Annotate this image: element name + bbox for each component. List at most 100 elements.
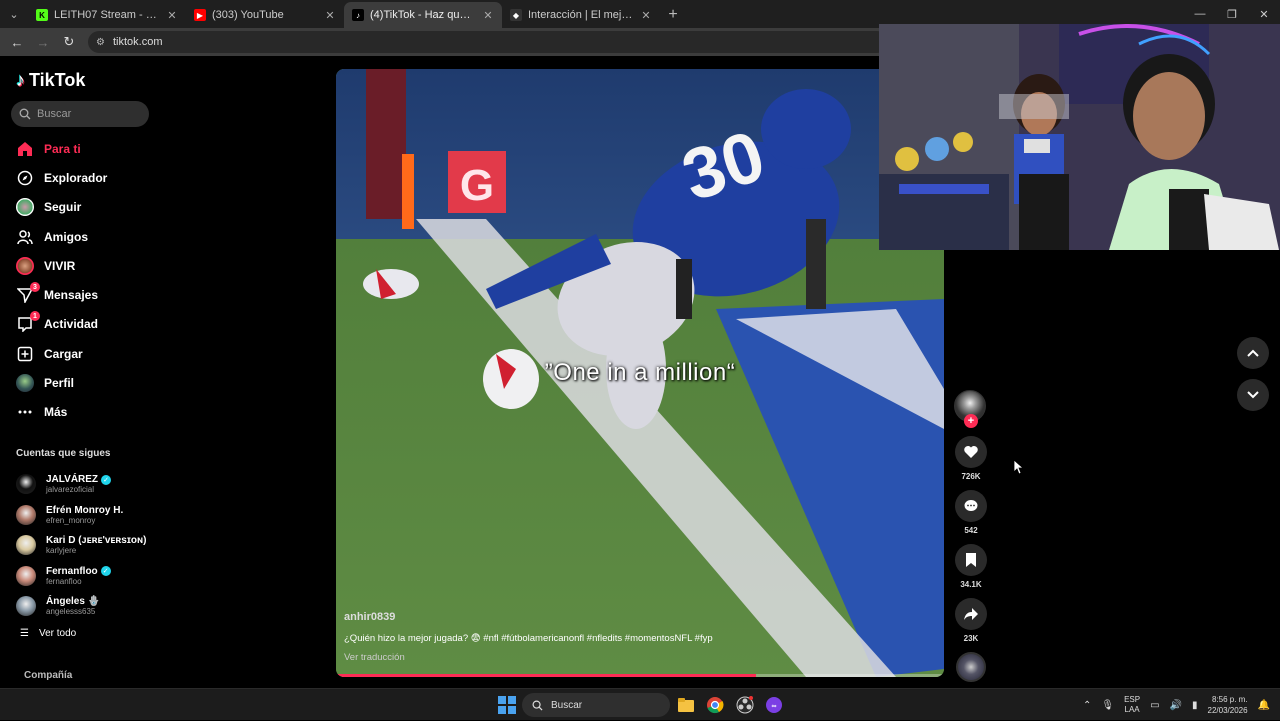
tiktok-logo[interactable]: ♪ TikTok — [16, 70, 85, 91]
nav-item-perfil[interactable]: Perfil — [0, 368, 160, 397]
video-username[interactable]: anhir0839 — [344, 611, 934, 623]
mouse-cursor-icon — [1014, 460, 1024, 474]
nav-item-seguir[interactable]: Seguir — [0, 193, 160, 222]
following-avatar-icon — [16, 198, 34, 217]
live-avatar-icon — [16, 256, 34, 275]
save-button[interactable] — [955, 544, 987, 576]
list-icon: ☰ — [20, 628, 29, 639]
save-action[interactable]: 34.1K — [954, 544, 988, 589]
see-all-link[interactable]: ☰ Ver todo — [20, 628, 76, 639]
sidebar: ♪ TikTok Para ti Explorador Seguir Amigos VI… — [0, 56, 160, 688]
taskbar-search[interactable]: Buscar — [522, 693, 670, 717]
nav-item-cargar[interactable]: Cargar — [0, 339, 160, 368]
stream-app-icon[interactable]: ∞ — [764, 695, 784, 715]
notification-badge: 3 — [30, 282, 40, 293]
windows-start-icon[interactable] — [498, 696, 516, 714]
like-button[interactable] — [955, 436, 987, 468]
translate-link[interactable]: Ver traducción — [344, 652, 934, 663]
account-name: JALVÁREZ — [46, 474, 99, 486]
video-description: ¿Quién hizo la mejor jugada? 😨 #nfl #fút… — [344, 633, 713, 644]
comment-button[interactable] — [955, 490, 987, 522]
nav-item-vivir[interactable]: VIVIR — [0, 251, 160, 280]
chrome-icon[interactable] — [705, 695, 725, 715]
next-video-button[interactable] — [1237, 379, 1269, 411]
see-all-label: Ver todo — [38, 628, 77, 639]
browser-tab[interactable]: ▶ (303) YouTube ✕ — [186, 2, 344, 28]
comment-count: 542 — [964, 526, 978, 535]
webcam-overlay — [879, 24, 1280, 250]
following-account[interactable]: Ángeles 🪬 angelesss635 — [16, 591, 156, 622]
diamond-icon: ◆ — [510, 9, 522, 21]
following-account[interactable]: Fernanfloo ✓ fernanfloo — [16, 561, 156, 592]
new-tab-button[interactable]: + — [660, 2, 686, 28]
chevron-up-icon[interactable]: ⌃ — [1083, 700, 1091, 711]
nav-item-actividad[interactable]: 1 Actividad — [0, 310, 160, 339]
clock-time: 8:56 p. m. — [1211, 695, 1248, 704]
following-account[interactable]: Efrén Monroy H. efren_monroy — [16, 500, 156, 531]
creator-avatar[interactable]: + — [954, 390, 986, 428]
close-tab-icon[interactable]: ✕ — [482, 9, 494, 22]
share-button[interactable] — [955, 598, 987, 630]
following-account[interactable]: JALVÁREZ ✓ jalvarezoficial — [16, 469, 156, 500]
previous-video-button[interactable] — [1237, 337, 1269, 369]
friends-icon — [16, 228, 34, 246]
account-avatar — [16, 596, 36, 617]
nav-item-para-ti[interactable]: Para ti — [0, 134, 160, 163]
share-action[interactable]: 23K — [954, 598, 988, 643]
save-count: 34.1K — [960, 580, 982, 589]
browser-tab[interactable]: ◆ Interacción | El mejor software p ✕ — [502, 2, 660, 28]
volume-icon[interactable]: 🔊 — [1170, 700, 1182, 711]
following-title: Cuentas que sigues — [16, 448, 111, 459]
home-icon — [16, 140, 34, 158]
nav-item-amigos[interactable]: Amigos — [0, 222, 160, 251]
share-icon — [964, 608, 978, 620]
nav-label: Seguir — [44, 200, 82, 215]
tab-title: LEITH07 Stream - Watch Live on — [54, 9, 160, 21]
account-avatar — [16, 504, 36, 525]
verified-icon: ✓ — [100, 566, 111, 577]
tab-title: (303) YouTube — [212, 9, 284, 21]
battery-icon[interactable]: ▮ — [1192, 700, 1198, 711]
nav-item-explorador[interactable]: Explorador — [0, 163, 160, 192]
url-field[interactable]: ⚙ tiktok.com — [88, 31, 888, 53]
language-indicator[interactable]: ESP LAA — [1124, 695, 1140, 715]
browser-tab[interactable]: K LEITH07 Stream - Watch Live on ✕ — [28, 2, 186, 28]
comment-action[interactable]: 542 — [954, 490, 988, 535]
microphone-icon[interactable]: 🎙 — [1101, 700, 1114, 711]
taskbar: Buscar ∞ ⌃ 🎙 ESP LAA ▭ 🔊 ▮ 8:56 p. m. 22… — [0, 688, 1280, 720]
close-tab-icon[interactable]: ✕ — [640, 9, 652, 22]
webcam-image — [879, 24, 1280, 250]
browser-tab[interactable]: ♪ (4)TikTok - Haz que tu día s ✕ — [344, 2, 502, 28]
network-icon[interactable]: ▭ — [1150, 700, 1159, 711]
site-info-icon[interactable]: ⚙ — [96, 37, 105, 48]
follow-plus-icon[interactable]: + — [964, 414, 978, 428]
video-progress-bar[interactable] — [336, 674, 944, 677]
reload-button[interactable]: ↻ — [58, 31, 80, 53]
lang-bottom: LAA — [1124, 705, 1140, 714]
following-account[interactable]: Kari D (ᴊᴇʀᴇ'ᴠᴇʀsɪᴏɴ) karlyjere — [16, 530, 156, 561]
nav-label: Perfil — [44, 376, 75, 391]
close-tab-icon[interactable]: ✕ — [324, 9, 336, 22]
clock[interactable]: 8:56 p. m. 22/03/2026 — [1208, 694, 1248, 716]
chevron-down-icon — [1247, 391, 1259, 399]
search-box[interactable] — [11, 101, 149, 127]
account-handle: fernanfloo — [46, 576, 82, 586]
lang-top: ESP — [1124, 695, 1141, 704]
search-input[interactable] — [37, 108, 137, 120]
nav-item-m-s[interactable]: Más — [0, 398, 160, 427]
notification-icon[interactable]: 🔔 — [1258, 700, 1270, 711]
company-link[interactable]: Compañía — [24, 670, 72, 681]
back-button[interactable]: ← — [6, 31, 28, 53]
search-icon — [532, 700, 543, 711]
nav-item-mensajes[interactable]: 3 Mensajes — [0, 280, 160, 309]
search-icon — [19, 108, 31, 120]
send-icon: 3 — [16, 282, 40, 304]
obs-icon[interactable] — [735, 695, 755, 715]
tab-search-icon[interactable]: ⌄ — [0, 0, 28, 28]
sound-disc[interactable] — [956, 652, 986, 682]
like-action[interactable]: 726K — [954, 436, 988, 481]
video-player[interactable]: G 30 ”One in a million“ anhir0839 ¿Quién… — [336, 69, 944, 677]
close-tab-icon[interactable]: ✕ — [166, 9, 178, 22]
file-explorer-icon[interactable] — [676, 695, 696, 715]
forward-button[interactable]: → — [32, 31, 54, 53]
